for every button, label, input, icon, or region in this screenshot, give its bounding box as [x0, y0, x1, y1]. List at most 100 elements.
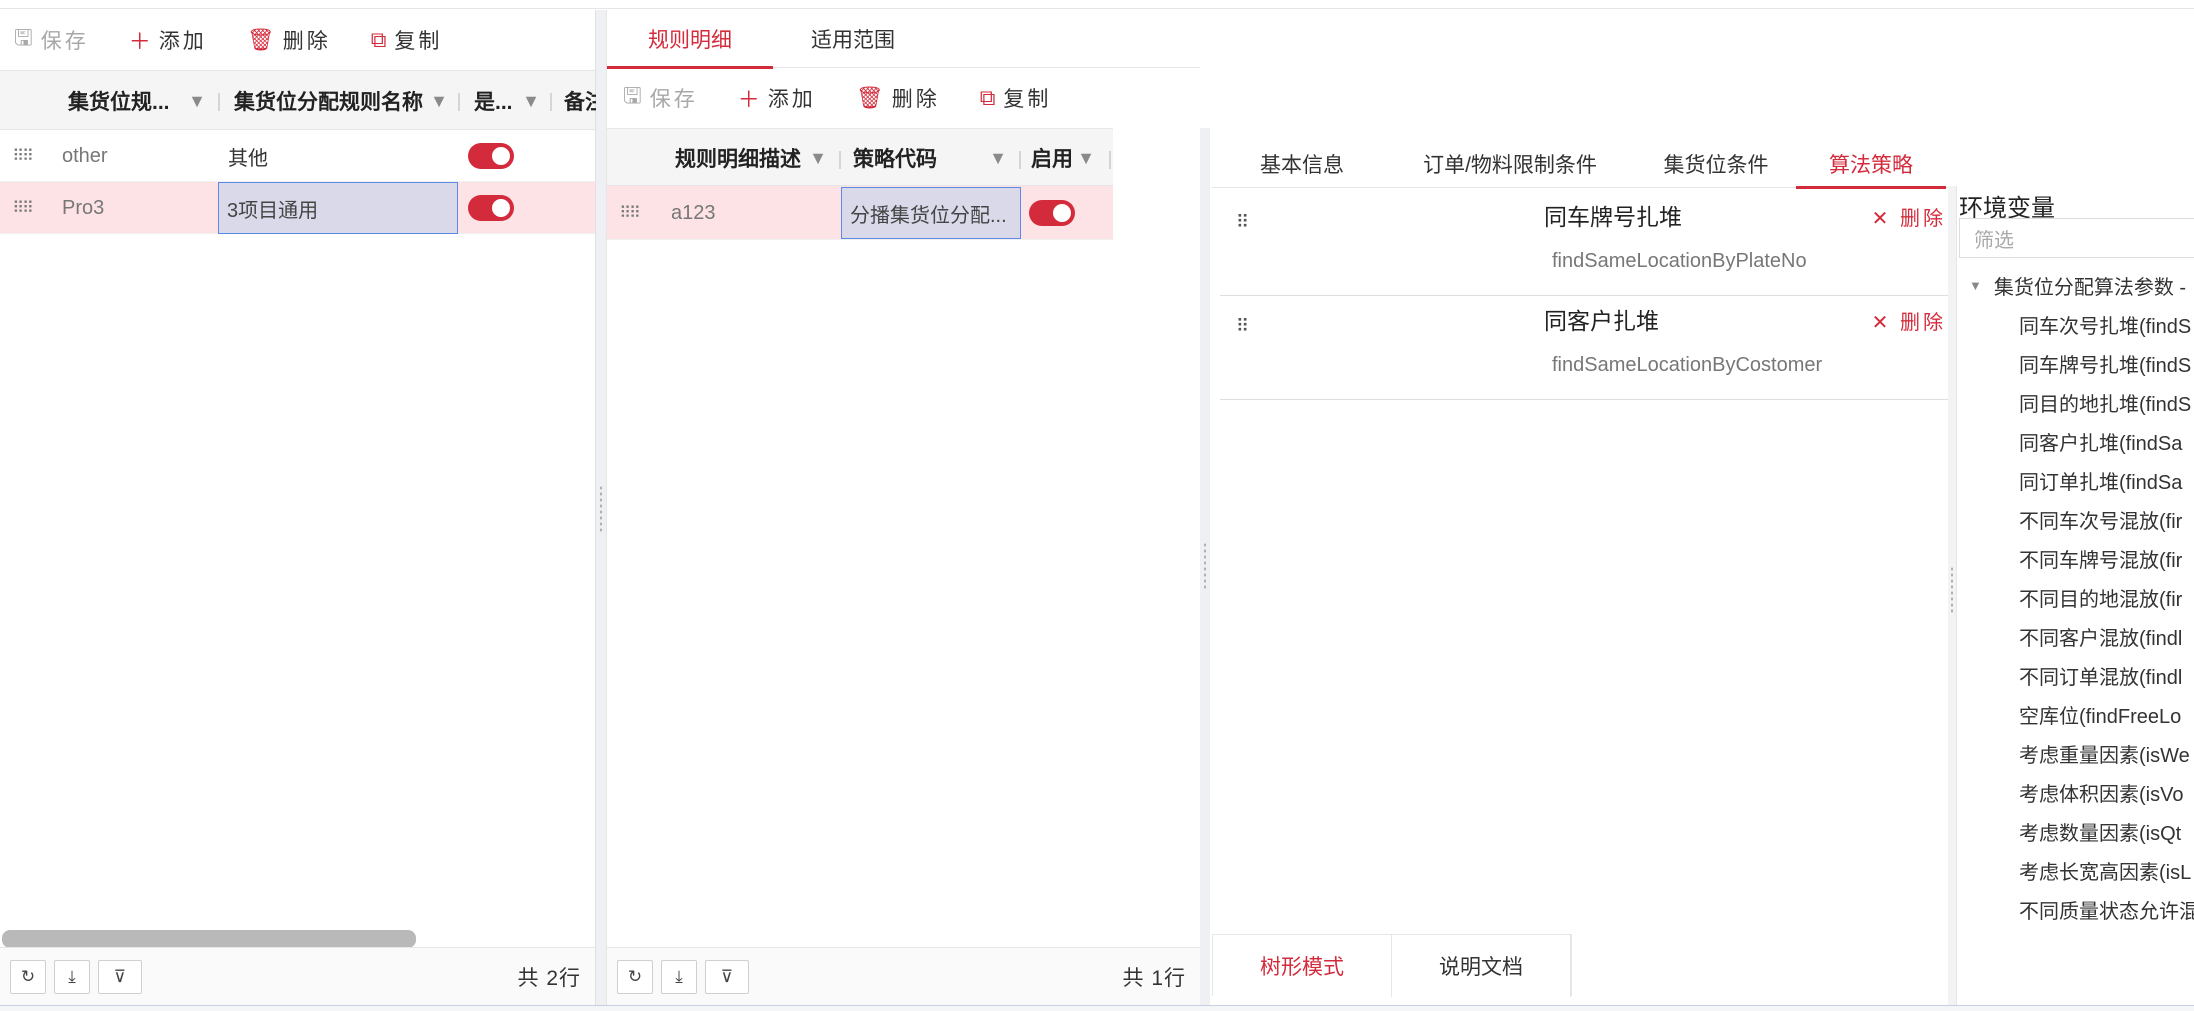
- filter-icon[interactable]: ⊽: [98, 959, 142, 994]
- copy-button[interactable]: ⧉ 复制: [371, 25, 443, 55]
- column-header-strategy[interactable]: 策略代码 ▼: [841, 129, 1021, 187]
- enabled-toggle[interactable]: [468, 182, 548, 234]
- cell-name-editing[interactable]: 3项目通用: [218, 182, 458, 234]
- funnel-icon[interactable]: ▼: [1077, 148, 1095, 169]
- tree-node[interactable]: 不同订单混放(findl: [1957, 656, 2194, 695]
- tab-scope[interactable]: 适用范围: [773, 10, 933, 68]
- trash-icon: 🗑: [855, 85, 884, 110]
- algorithm-code: findSameLocationByCostomer: [1552, 354, 1823, 376]
- algorithm-code: findSameLocationByPlateNo: [1552, 250, 1807, 272]
- column-header-remark[interactable]: 备注: [552, 71, 596, 131]
- funnel-icon[interactable]: ▼: [989, 148, 1007, 169]
- table-row[interactable]: ⠿⠿ a123 分播集货位分配...: [607, 186, 1113, 240]
- delete-button[interactable]: 🗑 删除: [856, 83, 940, 113]
- cell-code[interactable]: other: [62, 130, 212, 182]
- detail-grid-header: 规则明细描述 ▼ 策略代码 ▼ 启用 ▼: [607, 128, 1113, 186]
- table-row[interactable]: ⠿⠿ Pro3 3项目通用: [0, 182, 595, 234]
- column-header-enabled[interactable]: 是... ▼: [460, 71, 552, 131]
- cell-desc[interactable]: a123: [671, 186, 831, 240]
- tree-node[interactable]: 考虑重量因素(isWe: [1957, 734, 2194, 773]
- tab-rule-detail[interactable]: 规则明细: [607, 10, 773, 69]
- save-icon: 🖫: [623, 83, 642, 108]
- horizontal-scrollbar[interactable]: [2, 930, 416, 948]
- cell-strategy-editing[interactable]: 分播集货位分配...: [841, 187, 1021, 239]
- delete-algorithm-button[interactable]: ✕ 删除: [1872, 306, 1946, 335]
- cell-code[interactable]: Pro3: [62, 182, 212, 234]
- tab-location-conditions[interactable]: 集货位条件: [1628, 140, 1804, 188]
- add-button[interactable]: ＋添加: [738, 82, 816, 114]
- table-row[interactable]: ⠿⠿ other 其他: [0, 130, 595, 182]
- drag-handle-icon[interactable]: ⠿: [1236, 212, 1249, 233]
- delete-algorithm-button[interactable]: ✕ 删除: [1872, 202, 1946, 231]
- cell-name[interactable]: 其他: [228, 130, 458, 182]
- detail-grid-footer: ↻ ⤓ ⊽ 共 1行: [607, 947, 1200, 1005]
- tree-node[interactable]: 考虑长宽高因素(isL: [1957, 851, 2194, 890]
- caret-down-icon[interactable]: ▼: [1969, 278, 1982, 293]
- enabled-toggle[interactable]: [1029, 186, 1099, 240]
- column-header-enabled[interactable]: 启用 ▼: [1021, 129, 1111, 187]
- export-icon[interactable]: ⤓: [661, 959, 697, 994]
- algorithm-title: 同车牌号扎堆: [1544, 204, 1682, 230]
- drag-handle-icon[interactable]: ⠿⠿: [12, 182, 33, 234]
- detail-panel: 规则明细 适用范围 🖫 保存 ＋添加 🗑 删除 ⧉ 复制 规则明细描述 ▼ 策略代码 ▼ …: [606, 10, 1200, 1005]
- funnel-icon[interactable]: ▼: [188, 91, 206, 112]
- tree-node[interactable]: 空库位(findFreeLo: [1957, 695, 2194, 734]
- funnel-icon[interactable]: ▼: [522, 91, 540, 112]
- plus-icon: ＋: [737, 87, 760, 112]
- env-tree: ▼ 集货位分配算法参数 - 同车次号扎堆(findS 同车牌号扎堆(findS 同…: [1957, 266, 2194, 929]
- env-filter-input[interactable]: 筛选: [1959, 218, 2194, 258]
- tab-algorithm-strategy[interactable]: 算法策略: [1796, 140, 1946, 189]
- splitter[interactable]: [1200, 128, 1210, 1005]
- tree-node[interactable]: 考虑数量因素(isQt: [1957, 812, 2194, 851]
- tree-node[interactable]: 不同车牌号混放(fir: [1957, 539, 2194, 578]
- trash-icon: 🗑: [246, 27, 275, 52]
- close-icon: ✕: [1871, 208, 1892, 230]
- copy-button[interactable]: ⧉ 复制: [980, 83, 1052, 113]
- strategy-panel: 基本信息 订单/物料限制条件 集货位条件 算法策略 ⠿ 同车牌号扎堆 findS…: [1212, 140, 1950, 1005]
- row-count: 共 1行: [1122, 966, 1186, 990]
- filter-icon[interactable]: ⊽: [705, 959, 749, 994]
- enabled-toggle[interactable]: [468, 130, 548, 182]
- splitter[interactable]: [1948, 186, 1956, 1005]
- tree-node[interactable]: 不同车次号混放(fir: [1957, 500, 2194, 539]
- env-panel: 环境变量 筛选 ▼ 集货位分配算法参数 - 同车次号扎堆(findS 同车牌号扎堆…: [1956, 186, 2194, 1005]
- tab-basic-info[interactable]: 基本信息: [1212, 140, 1392, 188]
- tab-tree-mode[interactable]: 树形模式: [1213, 935, 1392, 997]
- drag-handle-icon[interactable]: ⠿⠿: [12, 130, 33, 182]
- refresh-icon[interactable]: ↻: [617, 959, 653, 994]
- close-icon: ✕: [1871, 312, 1892, 334]
- splitter[interactable]: [596, 10, 606, 1005]
- drag-handle-icon[interactable]: ⠿: [1236, 316, 1249, 337]
- tab-order-limits[interactable]: 订单/物料限制条件: [1392, 140, 1628, 188]
- add-button[interactable]: ＋添加: [129, 24, 207, 56]
- tree-node[interactable]: 不同质量状态允许混: [1957, 890, 2194, 929]
- delete-button[interactable]: 🗑 删除: [247, 25, 331, 55]
- tree-node[interactable]: 同订单扎堆(findSa: [1957, 461, 2194, 500]
- row-count: 共 2行: [517, 966, 581, 990]
- save-button[interactable]: 🖫 保存: [623, 79, 698, 117]
- column-header-name[interactable]: 集货位分配规则名称 ▼: [220, 71, 460, 131]
- tree-node[interactable]: 考虑体积因素(isVo: [1957, 773, 2194, 812]
- column-header-code[interactable]: 集货位规... ▼: [0, 71, 220, 131]
- tab-docs[interactable]: 说明文档: [1392, 935, 1571, 997]
- refresh-icon[interactable]: ↻: [10, 959, 46, 994]
- funnel-icon[interactable]: ▼: [430, 91, 448, 112]
- main-tabs: 规则明细 适用范围: [607, 10, 1200, 69]
- drag-handle-icon[interactable]: ⠿⠿: [619, 186, 640, 240]
- rules-grid-footer: ↻ ⤓ ⊽ 共 2行: [0, 947, 595, 1005]
- funnel-icon[interactable]: ▼: [809, 148, 827, 169]
- tree-node[interactable]: 同车次号扎堆(findS: [1957, 305, 2194, 344]
- tree-node[interactable]: 不同目的地混放(fir: [1957, 578, 2194, 617]
- tree-node[interactable]: 同目的地扎堆(findS: [1957, 383, 2194, 422]
- column-header-desc[interactable]: 规则明细描述 ▼: [607, 129, 841, 187]
- export-icon[interactable]: ⤓: [54, 959, 90, 994]
- algorithm-card[interactable]: ⠿ 同车牌号扎堆 findSameLocationByPlateNo ✕ 删除: [1220, 192, 1950, 296]
- tree-node[interactable]: 不同客户混放(findl: [1957, 617, 2194, 656]
- tree-node[interactable]: 同车牌号扎堆(findS: [1957, 344, 2194, 383]
- view-mode-tabs: 树形模式 说明文档: [1212, 934, 1572, 997]
- save-button[interactable]: 🖫 保存: [14, 21, 89, 59]
- tree-node[interactable]: 同客户扎堆(findSa: [1957, 422, 2194, 461]
- algorithm-card[interactable]: ⠿ 同客户扎堆 findSameLocationByCostomer ✕ 删除: [1220, 296, 1950, 400]
- plus-icon: ＋: [128, 29, 151, 54]
- tree-node-root[interactable]: ▼ 集货位分配算法参数 -: [1957, 266, 2194, 305]
